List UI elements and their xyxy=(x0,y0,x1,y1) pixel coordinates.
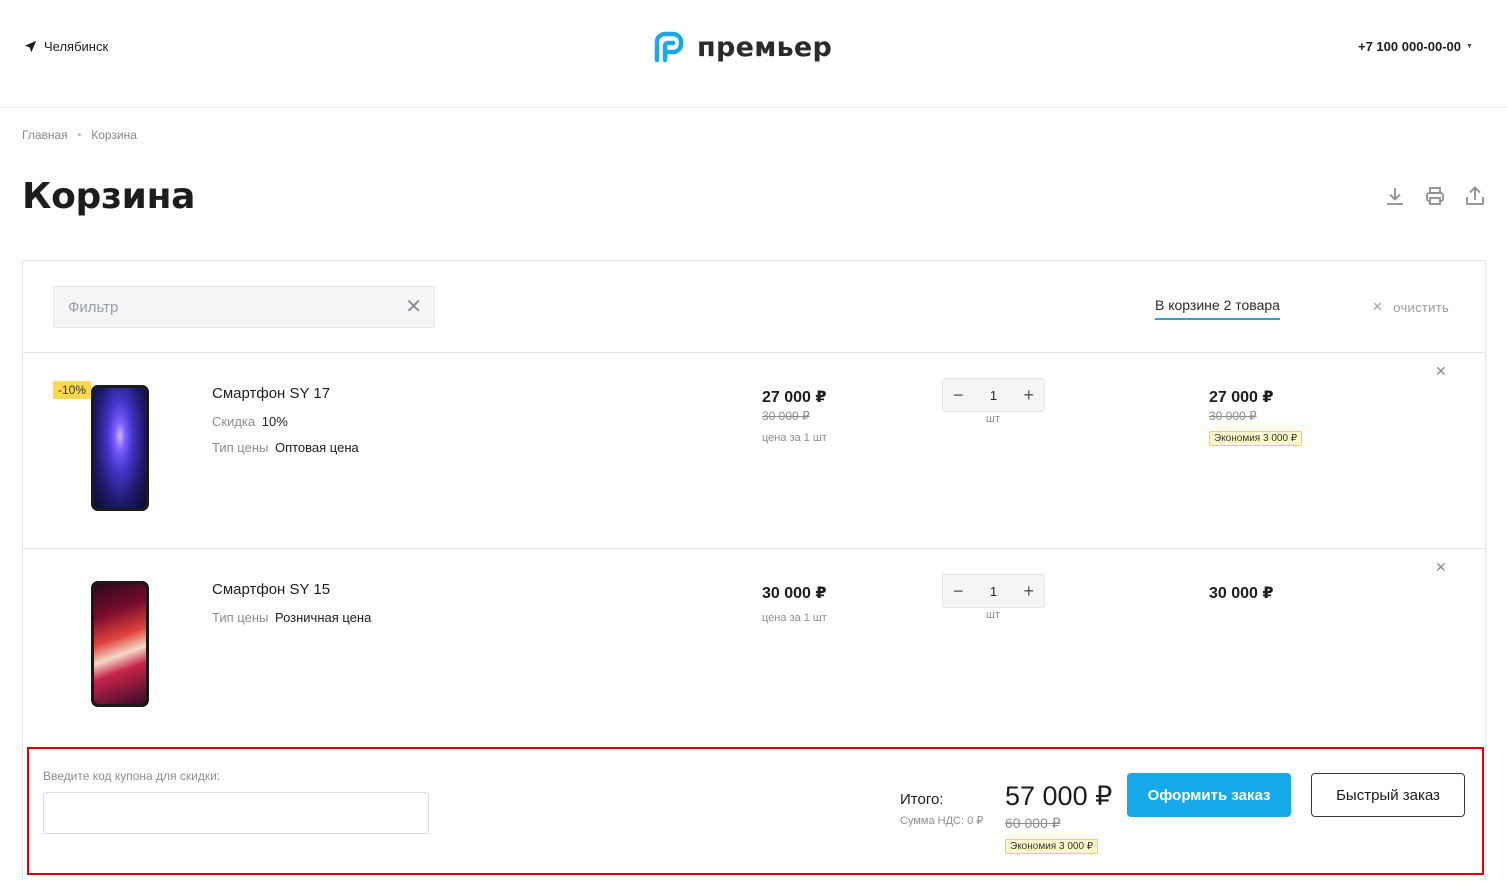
quantity-unit: шт xyxy=(986,609,1000,621)
phone-dropdown[interactable]: +7 100 000-00-00 ▼ xyxy=(1358,39,1473,54)
breadcrumb-current: Корзина xyxy=(91,128,137,142)
product-image[interactable] xyxy=(91,385,149,511)
site-logo[interactable]: премьер xyxy=(651,30,832,64)
share-icon[interactable] xyxy=(1464,185,1486,207)
product-discount: Скидка 10% xyxy=(212,414,288,429)
remove-item-button[interactable]: ✕ xyxy=(1435,559,1447,576)
clear-cart-button[interactable]: ✕ очистить xyxy=(1372,299,1449,315)
total-price: 57 000 ₽ xyxy=(1005,781,1113,811)
unit-price: 27 000 ₽ xyxy=(762,389,827,406)
clear-cart-label: очистить xyxy=(1393,299,1450,315)
checkout-button[interactable]: Оформить заказ xyxy=(1127,773,1291,817)
quick-order-button[interactable]: Быстрый заказ xyxy=(1311,773,1465,817)
filter-input[interactable] xyxy=(68,298,388,316)
unit-price: 30 000 ₽ xyxy=(762,585,827,602)
print-icon[interactable] xyxy=(1424,185,1446,207)
quantity-unit: шт xyxy=(986,413,1000,425)
product-name[interactable]: Смартфон SY 17 xyxy=(212,385,330,402)
site-header: Челябинск премьер +7 100 000-00-00 ▼ xyxy=(0,0,1507,108)
logo-icon xyxy=(654,31,684,63)
remove-item-button[interactable]: ✕ xyxy=(1435,363,1447,380)
chevron-down-icon: ▼ xyxy=(1466,43,1473,50)
location-arrow-icon xyxy=(24,40,37,53)
breadcrumb: Главная • Корзина xyxy=(22,128,137,142)
item-old-total: 30 000 ₽ xyxy=(1209,409,1257,423)
item-total: 30 000 ₽ xyxy=(1209,585,1274,602)
close-icon: ✕ xyxy=(1372,299,1384,314)
cart-toolbar: ✕ В корзине 2 товара ✕ очистить xyxy=(23,261,1485,353)
plus-icon[interactable]: + xyxy=(1023,582,1034,600)
product-price-type: Тип цены Оптовая цена xyxy=(212,440,359,455)
cart-item: -10% Смартфон SY 17 Скидка 10% Тип цены … xyxy=(23,353,1485,549)
coupon-input[interactable] xyxy=(43,792,429,834)
product-price-type: Тип цены Розничная цена xyxy=(212,610,372,625)
unit-old-price: 30 000 ₽ xyxy=(762,409,810,423)
close-icon[interactable]: ✕ xyxy=(405,297,422,317)
total-old-price: 60 000 ₽ xyxy=(1005,815,1061,831)
breadcrumb-separator: • xyxy=(77,129,82,141)
quantity-value[interactable]: 1 xyxy=(990,389,997,402)
total-label: Итого: xyxy=(900,791,944,808)
cart-count-tab[interactable]: В корзине 2 товара xyxy=(1155,297,1280,320)
page-title: Корзина xyxy=(22,176,196,217)
order-summary-bar: Введите код купона для скидки: Итого: Су… xyxy=(27,747,1484,875)
total-saving-badge: Экономия 3 000 ₽ xyxy=(1005,839,1099,854)
plus-icon[interactable]: + xyxy=(1023,386,1034,404)
filter-field: ✕ xyxy=(53,286,435,328)
coupon-label: Введите код купона для скидки: xyxy=(43,769,221,783)
city-label: Челябинск xyxy=(44,39,109,54)
logo-text: премьер xyxy=(697,31,833,63)
vat-label: Сумма НДС: 0 ₽ xyxy=(900,815,984,827)
quantity-stepper: − 1 + xyxy=(942,378,1045,412)
price-per-unit-note: цена за 1 шт xyxy=(762,612,827,624)
minus-icon[interactable]: − xyxy=(953,386,964,404)
discount-badge: -10% xyxy=(53,381,92,399)
page-tools xyxy=(1384,185,1486,207)
download-icon[interactable] xyxy=(1384,185,1406,207)
minus-icon[interactable]: − xyxy=(953,582,964,600)
phone-number: +7 100 000-00-00 xyxy=(1358,39,1462,54)
saving-badge: Экономия 3 000 ₽ xyxy=(1209,431,1303,446)
cart-item: Смартфон SY 15 Тип цены Розничная цена 3… xyxy=(23,549,1485,745)
price-per-unit-note: цена за 1 шт xyxy=(762,432,827,444)
product-name[interactable]: Смартфон SY 15 xyxy=(212,581,330,598)
product-image[interactable] xyxy=(91,581,149,707)
quantity-value[interactable]: 1 xyxy=(990,585,997,598)
item-total: 27 000 ₽ xyxy=(1209,389,1274,406)
breadcrumb-home[interactable]: Главная xyxy=(22,128,68,142)
quantity-stepper: − 1 + xyxy=(942,574,1045,608)
city-selector[interactable]: Челябинск xyxy=(24,39,108,54)
